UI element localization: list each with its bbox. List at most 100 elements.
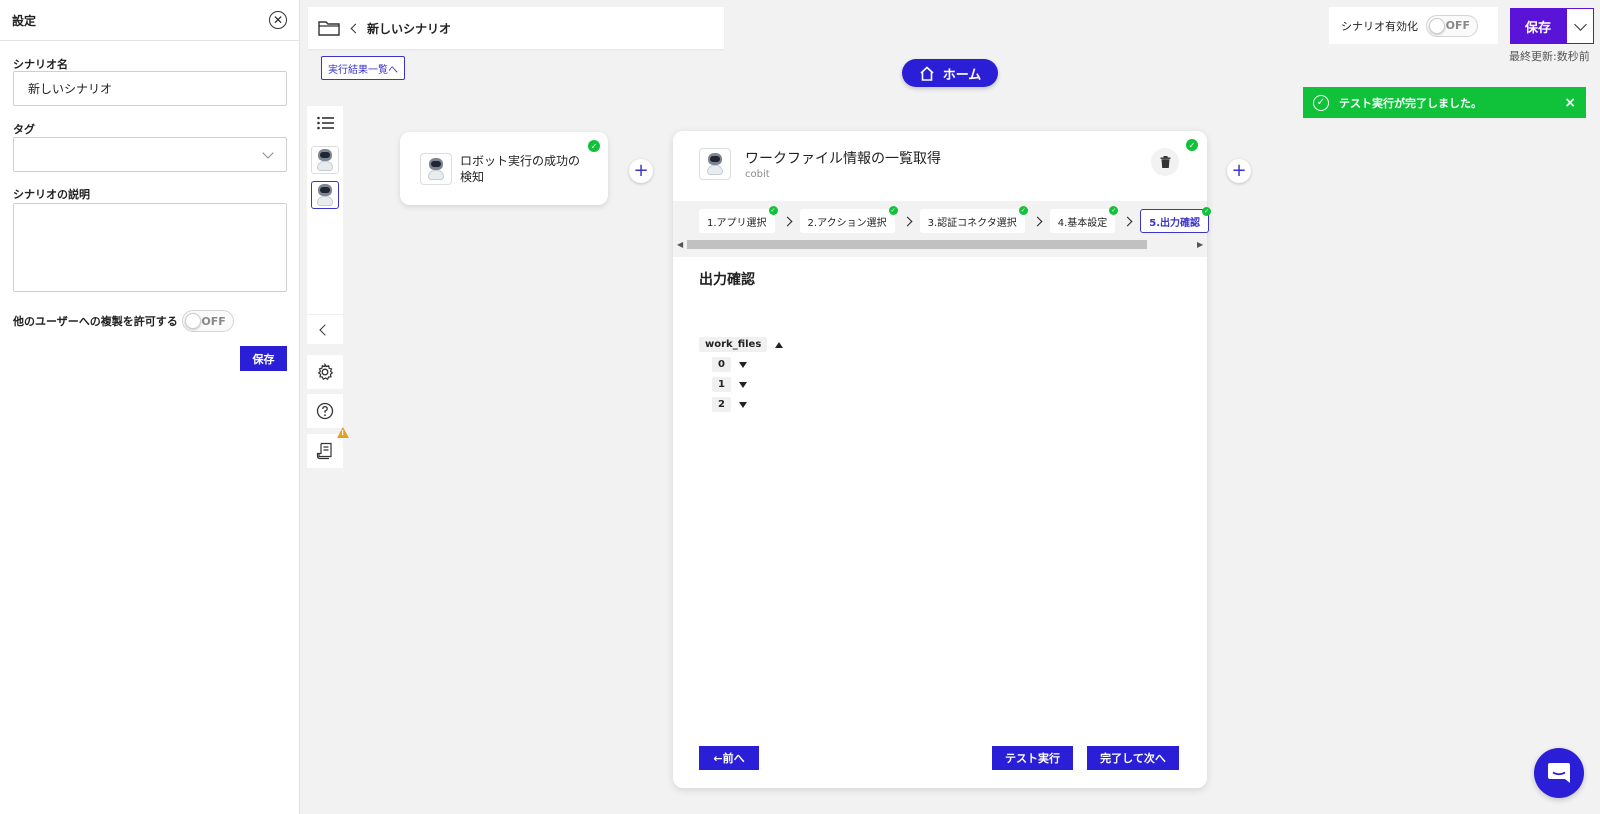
check-icon: ✓ (588, 140, 600, 152)
settings-header: 設定 ✕ (0, 0, 299, 41)
trigger-node-title: ロボット実行の成功の検知 (460, 153, 581, 184)
check-circle-icon: ✓ (1313, 94, 1329, 111)
node-avatar (699, 148, 731, 180)
tree-item-row[interactable]: 2 (712, 397, 747, 412)
log-button[interactable] (307, 434, 343, 468)
save-button[interactable]: 保存 (1510, 8, 1566, 44)
check-icon: ✓ (888, 206, 898, 215)
description-label: シナリオの説明 (13, 188, 90, 201)
scenario-enable-label: シナリオ有効化 (1341, 19, 1418, 33)
check-icon: ✓ (768, 206, 778, 215)
description-textarea[interactable] (13, 203, 287, 292)
scenario-title: 新しいシナリオ (367, 21, 452, 36)
complete-next-button[interactable]: 完了して次へ (1087, 746, 1179, 770)
check-icon: ✓ (1202, 207, 1212, 216)
add-node-button[interactable]: + (629, 159, 653, 183)
document-icon (316, 442, 332, 460)
collapse-toolbar-button[interactable] (307, 314, 343, 344)
step-output-check[interactable]: 5.出力確認 ✓ (1140, 207, 1212, 233)
action-node-title: ワークファイル情報の一覧取得 (745, 151, 941, 167)
tag-label: タグ (13, 123, 35, 136)
step-label: 2.アクション選択 (807, 217, 887, 229)
scenario-name-input[interactable]: 新しいシナリオ (13, 71, 287, 106)
tree-item-row[interactable]: 1 (712, 377, 747, 392)
scrollbar-thumb[interactable] (687, 240, 1147, 249)
scenario-name-value: 新しいシナリオ (28, 82, 113, 96)
scroll-right-icon[interactable]: ▶ (1197, 240, 1203, 249)
toggle-state: OFF (201, 314, 226, 328)
step-basic-settings[interactable]: 4.基本設定 ✓ (1049, 206, 1119, 233)
settings-panel: 設定 ✕ シナリオ名 新しいシナリオ タグ シナリオの説明 他のユーザーへの複製… (0, 0, 300, 814)
trash-icon (1160, 156, 1170, 168)
caret-up-icon (775, 341, 784, 348)
tree-item-row[interactable]: 0 (712, 357, 747, 372)
tag-select[interactable] (13, 137, 287, 172)
scenario-enable-box: シナリオ有効化 OFF (1329, 7, 1498, 44)
tree-root-key: work_files (699, 337, 768, 352)
scenario-name-label: シナリオ名 (13, 58, 68, 71)
previous-button[interactable]: ←前へ (699, 746, 759, 770)
copy-permission-label: 他のユーザーへの複製を許可する (13, 315, 178, 328)
home-icon (920, 65, 934, 81)
add-node-button[interactable]: + (1227, 159, 1251, 183)
save-split-button: 保存 (1510, 8, 1594, 44)
robot-icon (316, 149, 334, 171)
step-action-select[interactable]: 2.アクション選択 ✓ (799, 206, 898, 233)
toggle-state: OFF (1445, 19, 1470, 32)
check-icon: ✓ (1109, 206, 1119, 215)
trigger-node-card[interactable]: ロボット実行の成功の検知 ✓ (400, 132, 608, 205)
gear-icon (317, 363, 334, 381)
robot-icon (316, 184, 334, 206)
node-thumbnail-2[interactable] (311, 181, 339, 209)
scroll-left-icon[interactable]: ◀ (677, 240, 683, 249)
toggle-knob (184, 313, 201, 329)
step-list: 1.アプリ選択 ✓ 2.アクション選択 ✓ 3.認証コネクタ選択 ✓ 4.基本設… (699, 206, 1212, 233)
chevron-down-icon (1573, 17, 1587, 31)
results-list-link[interactable]: 実行結果一覧へ (321, 56, 405, 80)
tree-root-row[interactable]: work_files (699, 337, 784, 352)
chevron-right-icon (782, 216, 792, 226)
home-button[interactable]: ホーム (902, 59, 998, 87)
step-app-select[interactable]: 1.アプリ選択 ✓ (699, 206, 778, 233)
success-toast: ✓ テスト実行が完了しました。 × (1303, 87, 1586, 118)
chevron-right-icon (1032, 216, 1043, 226)
close-icon[interactable]: ✕ (269, 11, 287, 29)
test-run-button[interactable]: テスト実行 (992, 746, 1073, 770)
check-icon: ✓ (1018, 206, 1028, 215)
node-toolbar (307, 106, 343, 344)
help-button[interactable] (307, 394, 343, 428)
node-thumbnail-1[interactable] (311, 146, 339, 174)
settings-title: 設定 (12, 13, 37, 28)
last-updated-text: 最終更新:数秒前 (1509, 50, 1590, 63)
robot-icon (427, 157, 445, 180)
tree-item-key: 1 (712, 377, 731, 392)
step-connector-select[interactable]: 3.認証コネクタ選択 ✓ (919, 206, 1028, 233)
horizontal-scrollbar[interactable]: ◀ ▶ (673, 238, 1207, 250)
copy-permission-toggle[interactable]: OFF (181, 310, 234, 332)
scenario-enable-toggle[interactable]: OFF (1426, 14, 1478, 37)
step-label: 1.アプリ選択 (707, 217, 767, 229)
caret-down-icon (738, 361, 747, 368)
list-icon[interactable] (317, 116, 334, 130)
toggle-knob (1429, 17, 1445, 34)
check-icon: ✓ (1186, 139, 1198, 151)
tree-item-key: 2 (712, 397, 731, 412)
tree-item-key: 0 (712, 357, 731, 372)
robot-icon (706, 153, 724, 175)
chat-icon (1548, 763, 1570, 783)
chevron-right-icon (902, 216, 913, 226)
caret-down-icon (738, 401, 747, 408)
settings-save-button[interactable]: 保存 (240, 346, 287, 371)
chat-button[interactable] (1534, 748, 1584, 798)
chevron-right-icon (1122, 216, 1133, 226)
settings-button[interactable] (307, 355, 343, 389)
save-dropdown-button[interactable] (1566, 8, 1594, 44)
toast-message: テスト実行が完了しました。 (1339, 96, 1482, 110)
output-section-title: 出力確認 (699, 272, 755, 288)
toast-close-button[interactable]: × (1564, 95, 1576, 111)
step-label: 5.出力確認 (1149, 217, 1201, 229)
folder-icon[interactable] (318, 20, 340, 36)
back-chevron-icon[interactable] (350, 23, 361, 33)
chevron-down-icon (262, 146, 274, 159)
delete-node-button[interactable] (1151, 148, 1179, 176)
